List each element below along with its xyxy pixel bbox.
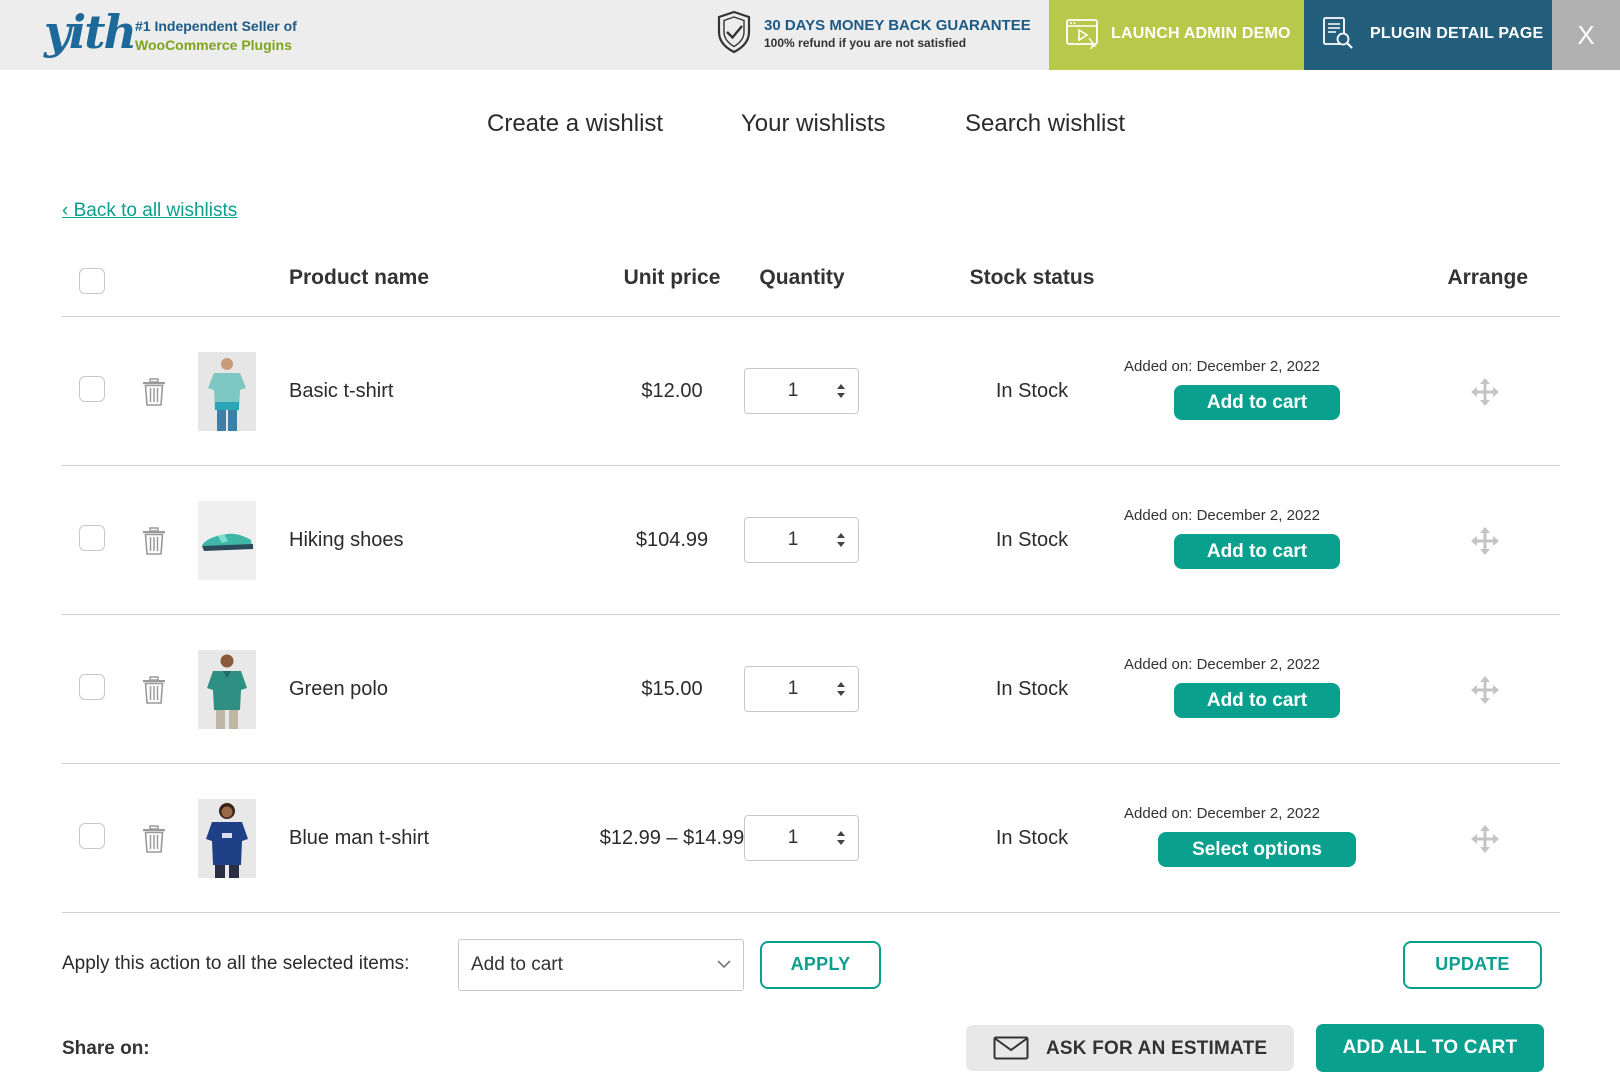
money-back-guarantee: 30 DAYS MONEY BACK GUARANTEE 100% refund… bbox=[716, 10, 1046, 60]
drag-handle-icon[interactable] bbox=[1470, 824, 1500, 854]
stock-status: In Stock bbox=[995, 827, 1069, 849]
product-name[interactable]: Green polo bbox=[289, 678, 388, 701]
date-added: Added on: December 2, 2022 bbox=[1124, 656, 1320, 673]
chevron-down-icon bbox=[717, 960, 731, 969]
wishlist-table-body: Basic t-shirt $12.00 In Stock Added on: … bbox=[62, 317, 1560, 913]
date-added: Added on: December 2, 2022 bbox=[1124, 805, 1320, 822]
promo-topbar: yith #1 Independent Seller of WooCommerc… bbox=[0, 0, 1620, 70]
table-row: Blue man t-shirt $12.99 – $14.99 In Stoc… bbox=[62, 764, 1560, 913]
document-search-icon bbox=[1323, 17, 1353, 49]
header-product-name: Product name bbox=[289, 266, 430, 289]
nav-search-wishlist[interactable]: Search wishlist bbox=[965, 110, 1125, 138]
quantity-stepper[interactable] bbox=[744, 815, 859, 861]
nav-your-wishlists[interactable]: Your wishlists bbox=[741, 110, 886, 138]
row-select-checkbox[interactable] bbox=[79, 674, 105, 700]
ask-for-estimate-label: ASK FOR AN ESTIMATE bbox=[1046, 1038, 1268, 1059]
close-topbar-button[interactable]: X bbox=[1552, 0, 1620, 70]
shield-check-icon bbox=[717, 10, 751, 54]
quantity-stepper[interactable] bbox=[744, 517, 859, 563]
quantity-input[interactable] bbox=[753, 526, 833, 554]
guarantee-subtitle: 100% refund if you are not satisfied bbox=[764, 36, 967, 50]
share-label: Share on: bbox=[62, 1038, 150, 1059]
apply-button[interactable]: APPLY bbox=[760, 941, 881, 989]
trash-icon[interactable] bbox=[142, 676, 166, 704]
product-name[interactable]: Basic t-shirt bbox=[289, 380, 393, 403]
bulk-action-label: Apply this action to all the selected it… bbox=[62, 953, 410, 974]
quantity-input[interactable] bbox=[753, 675, 833, 703]
envelope-icon bbox=[993, 1036, 1029, 1060]
drag-handle-icon[interactable] bbox=[1470, 377, 1500, 407]
drag-handle-icon[interactable] bbox=[1470, 526, 1500, 556]
row-select-checkbox[interactable] bbox=[79, 525, 105, 551]
nav-create-wishlist[interactable]: Create a wishlist bbox=[487, 110, 663, 138]
ask-for-estimate-button[interactable]: ASK FOR AN ESTIMATE bbox=[966, 1025, 1294, 1071]
product-name[interactable]: Blue man t-shirt bbox=[289, 827, 429, 850]
select-all-checkbox[interactable] bbox=[79, 268, 105, 294]
stepper-arrows-icon[interactable] bbox=[835, 531, 847, 549]
header-stock-status: Stock status bbox=[969, 266, 1095, 289]
seller-tagline: #1 Independent Seller of WooCommerce Plu… bbox=[135, 17, 297, 55]
quantity-input[interactable] bbox=[753, 824, 833, 852]
product-name[interactable]: Hiking shoes bbox=[289, 529, 404, 552]
quantity-stepper[interactable] bbox=[744, 666, 859, 712]
stock-status: In Stock bbox=[995, 678, 1069, 700]
bulk-action-selected-value: Add to cart bbox=[471, 954, 563, 975]
date-added: Added on: December 2, 2022 bbox=[1124, 507, 1320, 524]
add-all-to-cart-button[interactable]: ADD ALL TO CART bbox=[1316, 1024, 1544, 1072]
header-quantity: Quantity bbox=[759, 266, 845, 289]
add-to-cart-button[interactable]: Add to cart bbox=[1174, 385, 1340, 420]
trash-icon[interactable] bbox=[142, 527, 166, 555]
hiking-shoes-image[interactable] bbox=[198, 501, 256, 580]
trash-icon[interactable] bbox=[142, 378, 166, 406]
plugin-detail-page-label: PLUGIN DETAIL PAGE bbox=[1370, 25, 1544, 42]
wishlist-nav: Create a wishlist Your wishlists Search … bbox=[0, 110, 1620, 142]
select-options-button[interactable]: Select options bbox=[1158, 832, 1356, 867]
browser-play-icon bbox=[1066, 19, 1098, 50]
stock-status: In Stock bbox=[995, 380, 1069, 402]
plugin-detail-page-button[interactable]: PLUGIN DETAIL PAGE bbox=[1304, 0, 1552, 70]
drag-handle-icon[interactable] bbox=[1470, 675, 1500, 705]
table-row: Green polo $15.00 In Stock Added on: Dec… bbox=[62, 615, 1560, 764]
table-row: Hiking shoes $104.99 In Stock Added on: … bbox=[62, 466, 1560, 615]
stock-status: In Stock bbox=[995, 529, 1069, 551]
update-button[interactable]: UPDATE bbox=[1403, 941, 1542, 989]
launch-admin-demo-button[interactable]: LAUNCH ADMIN DEMO bbox=[1049, 0, 1304, 70]
row-select-checkbox[interactable] bbox=[79, 823, 105, 849]
add-to-cart-button[interactable]: Add to cart bbox=[1174, 683, 1340, 718]
launch-admin-demo-label: LAUNCH ADMIN DEMO bbox=[1111, 25, 1291, 42]
quantity-input[interactable] bbox=[753, 377, 833, 405]
stepper-arrows-icon[interactable] bbox=[835, 382, 847, 400]
header-arrange: Arrange bbox=[1447, 266, 1528, 289]
basic-tshirt-image[interactable] bbox=[198, 352, 256, 431]
green-polo-image[interactable] bbox=[198, 650, 256, 729]
quantity-stepper[interactable] bbox=[744, 368, 859, 414]
yith-logo[interactable]: yith bbox=[44, 5, 137, 59]
stepper-arrows-icon[interactable] bbox=[835, 680, 847, 698]
trash-icon[interactable] bbox=[142, 825, 166, 853]
back-to-wishlists-link[interactable]: ‹ Back to all wishlists bbox=[62, 200, 237, 222]
seller-line-1: #1 Independent Seller of bbox=[135, 18, 297, 34]
blue-tshirt-image[interactable] bbox=[198, 799, 256, 878]
bulk-action-select[interactable]: Add to cart bbox=[458, 939, 744, 991]
seller-line-2: WooCommerce Plugins bbox=[135, 37, 292, 53]
table-row: Basic t-shirt $12.00 In Stock Added on: … bbox=[62, 317, 1560, 466]
stepper-arrows-icon[interactable] bbox=[835, 829, 847, 847]
date-added: Added on: December 2, 2022 bbox=[1124, 358, 1320, 375]
row-select-checkbox[interactable] bbox=[79, 376, 105, 402]
add-to-cart-button[interactable]: Add to cart bbox=[1174, 534, 1340, 569]
guarantee-title: 30 DAYS MONEY BACK GUARANTEE bbox=[764, 17, 1031, 34]
wishlist-table-header: Product name Unit price Quantity Stock s… bbox=[62, 252, 1560, 317]
